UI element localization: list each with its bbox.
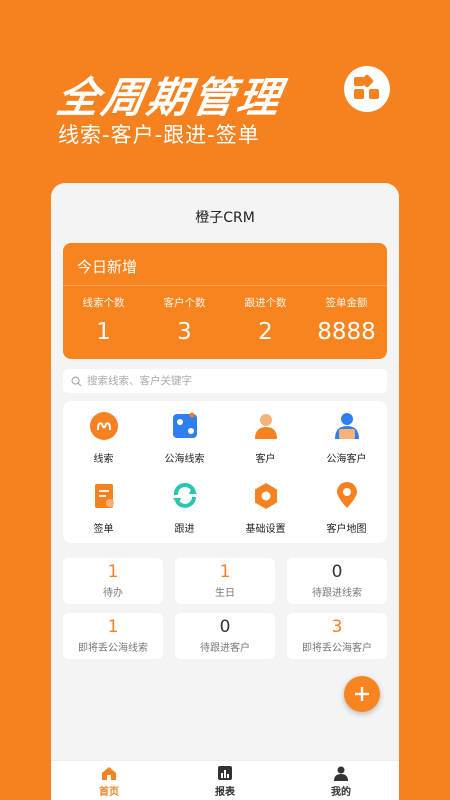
grid-item-customer-map[interactable]: 客户地图 xyxy=(306,471,387,541)
app-logo-badge xyxy=(344,66,390,112)
plus-icon xyxy=(355,687,369,701)
grid-label: 签单 xyxy=(93,524,114,535)
search-icon xyxy=(71,376,82,387)
counter-value: 1 xyxy=(219,562,231,582)
grid-label: 跟进 xyxy=(174,524,195,535)
today-stats-title: 今日新增 xyxy=(77,258,138,276)
grid-item-contracts[interactable]: 签单 xyxy=(63,471,144,541)
stat-follow-ups[interactable]: 跟进个数 2 xyxy=(225,295,306,345)
grid-label: 客户 xyxy=(255,454,276,465)
stat-value: 2 xyxy=(258,319,273,345)
grid-label: 公海线索 xyxy=(164,454,205,465)
bottom-tab-bar: 首页 报表 我的 xyxy=(51,760,399,800)
tab-label: 首页 xyxy=(99,787,119,798)
stat-value: 3 xyxy=(177,319,192,345)
settings-icon xyxy=(251,481,281,511)
grid-item-follow-up[interactable]: 跟进 xyxy=(144,471,225,541)
stat-value: 8888 xyxy=(317,319,376,345)
report-icon xyxy=(218,766,232,780)
grid-logo-icon xyxy=(354,74,379,99)
counter-value: 1 xyxy=(107,617,119,637)
add-button[interactable] xyxy=(344,676,380,712)
grid-label: 基础设置 xyxy=(245,524,286,535)
counter-pending-leads[interactable]: 0 待跟进线索 xyxy=(287,558,387,604)
lead-icon xyxy=(89,411,119,441)
counter-pending-customers[interactable]: 0 待跟进客户 xyxy=(175,613,275,659)
counter-label: 生日 xyxy=(215,588,235,599)
counter-value: 0 xyxy=(331,562,343,582)
counter-todo[interactable]: 1 待办 xyxy=(63,558,163,604)
grid-item-leads[interactable]: 线索 xyxy=(63,401,144,471)
grid-item-public-customers[interactable]: 公海客户 xyxy=(306,401,387,471)
public-lead-icon xyxy=(170,411,200,441)
grid-label: 线索 xyxy=(93,454,114,465)
stat-label: 跟进个数 xyxy=(244,297,287,309)
stat-label: 线索个数 xyxy=(82,297,125,309)
profile-icon xyxy=(334,766,348,781)
grid-item-customers[interactable]: 客户 xyxy=(225,401,306,471)
counter-value: 1 xyxy=(107,562,119,582)
tab-label: 报表 xyxy=(215,787,235,798)
stat-label: 客户个数 xyxy=(163,297,206,309)
stats-divider xyxy=(63,285,387,286)
app-title: 橙子CRM xyxy=(195,210,255,226)
tab-label: 我的 xyxy=(331,787,351,798)
counter-leads-to-pool[interactable]: 1 即将丢公海线索 xyxy=(63,613,163,659)
grid-label: 公海客户 xyxy=(326,454,367,465)
search-input[interactable] xyxy=(87,375,367,387)
hero-title: 全周期管理 xyxy=(53,73,287,122)
counter-customers-to-pool[interactable]: 3 即将丢公海客户 xyxy=(287,613,387,659)
stat-label: 签单金额 xyxy=(325,297,368,309)
public-customer-icon xyxy=(332,411,362,441)
grid-item-public-leads[interactable]: 公海线索 xyxy=(144,401,225,471)
counter-label: 即将丢公海线索 xyxy=(78,643,148,654)
follow-up-icon xyxy=(170,481,200,511)
contract-icon xyxy=(89,481,119,511)
stat-contract-amount[interactable]: 签单金额 8888 xyxy=(306,295,387,345)
search-bar[interactable] xyxy=(63,369,387,393)
counter-value: 3 xyxy=(331,617,343,637)
today-stats-card: 今日新增 线索个数 1 客户个数 3 跟进个数 2 签单金额 8888 xyxy=(63,243,387,359)
tab-report[interactable]: 报表 xyxy=(167,765,283,798)
counter-label: 待办 xyxy=(103,588,123,599)
function-grid: 线索 公海线索 客户 公海客户 签单 跟进 基础设置 客户地图 xyxy=(63,401,387,543)
map-pin-icon xyxy=(332,481,362,511)
home-icon xyxy=(102,767,116,780)
counter-label: 待跟进线索 xyxy=(312,588,362,599)
tab-profile[interactable]: 我的 xyxy=(283,765,399,798)
grid-item-settings[interactable]: 基础设置 xyxy=(225,471,306,541)
customer-icon xyxy=(251,411,281,441)
stat-value: 1 xyxy=(96,319,111,345)
hero-subtitle: 线索-客户-跟进-签单 xyxy=(58,123,260,147)
phone-screen: 橙子CRM 今日新增 线索个数 1 客户个数 3 跟进个数 2 签单金额 888… xyxy=(51,183,399,800)
counter-birthday[interactable]: 1 生日 xyxy=(175,558,275,604)
stat-leads[interactable]: 线索个数 1 xyxy=(63,295,144,345)
grid-label: 客户地图 xyxy=(326,524,367,535)
counter-label: 即将丢公海客户 xyxy=(302,643,372,654)
tab-home[interactable]: 首页 xyxy=(51,765,167,798)
counter-label: 待跟进客户 xyxy=(200,643,250,654)
counter-value: 0 xyxy=(219,617,231,637)
stat-customers[interactable]: 客户个数 3 xyxy=(144,295,225,345)
